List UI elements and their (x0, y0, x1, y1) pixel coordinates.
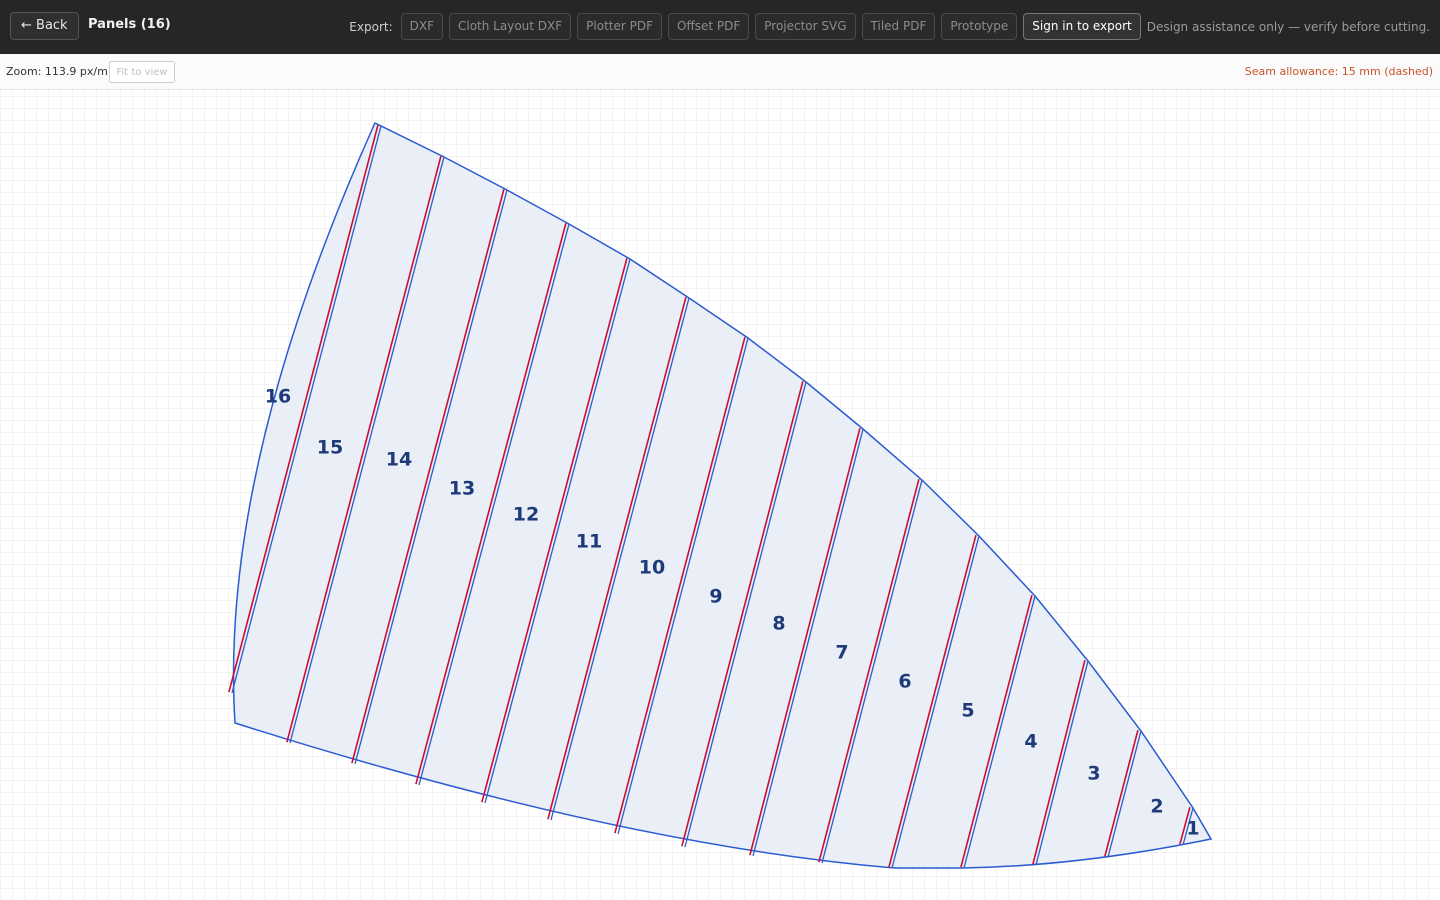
export-plotter-pdf-button[interactable]: Plotter PDF (577, 13, 662, 40)
panel-label-5[interactable]: 5 (961, 700, 974, 722)
fit-to-view-button[interactable]: Fit to view (109, 61, 175, 83)
panel-label-2[interactable]: 2 (1150, 796, 1163, 818)
panel-layout-svg[interactable]: 12345678910111213141516 (0, 90, 1440, 900)
export-cloth-layout-dxf-button[interactable]: Cloth Layout DXF (449, 13, 572, 40)
panel-label-13[interactable]: 13 (449, 478, 475, 500)
panel-label-1[interactable]: 1 (1186, 818, 1199, 840)
panel-label-4[interactable]: 4 (1024, 731, 1037, 753)
export-dxf-button[interactable]: DXF (400, 13, 443, 40)
zoom-readout: Zoom: 113.9 px/m (6, 65, 108, 78)
panel-label-16[interactable]: 16 (265, 386, 291, 408)
top-toolbar: ← Back Panels (16) Export: DXF Cloth Lay… (0, 0, 1440, 54)
back-button[interactable]: ← Back (10, 12, 79, 40)
panel-label-6[interactable]: 6 (898, 671, 911, 693)
panel-label-3[interactable]: 3 (1087, 763, 1100, 785)
panel-label-8[interactable]: 8 (772, 613, 785, 635)
panel-label-15[interactable]: 15 (317, 437, 343, 459)
panel-label-7[interactable]: 7 (835, 642, 848, 664)
export-group: Export: DXF Cloth Layout DXF Plotter PDF… (349, 13, 1430, 40)
seam-allowance-note: Seam allowance: 15 mm (dashed) (1244, 65, 1433, 78)
page-title: Panels (16) (88, 17, 171, 32)
panel-canvas[interactable]: 1 2 3 4 5 6 7 8 9 10 11 12 13 14 15 16 (0, 90, 1440, 900)
panel-label-9[interactable]: 9 (709, 586, 722, 608)
panel-label-12[interactable]: 12 (513, 504, 539, 526)
export-offset-pdf-button[interactable]: Offset PDF (668, 13, 750, 40)
export-prototype-button[interactable]: Prototype (941, 13, 1018, 40)
disclaimer-text: Design assistance only — verify before c… (1146, 19, 1430, 34)
sign-in-to-export-button[interactable]: Sign in to export (1023, 13, 1141, 40)
panel-label-14[interactable]: 14 (386, 449, 412, 471)
export-projector-svg-button[interactable]: Projector SVG (755, 13, 856, 40)
export-tiled-pdf-button[interactable]: Tiled PDF (861, 13, 936, 40)
panel-label-10[interactable]: 10 (639, 557, 665, 579)
export-label: Export: (349, 19, 393, 34)
view-toolbar: Zoom: 113.9 px/m Fit to view Seam allowa… (0, 54, 1440, 90)
panel-label-11[interactable]: 11 (576, 531, 602, 553)
